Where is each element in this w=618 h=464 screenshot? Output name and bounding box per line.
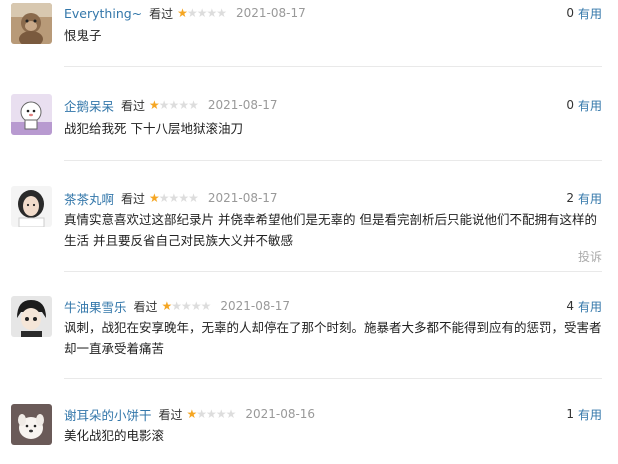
useful-button[interactable]: 有用	[578, 97, 602, 114]
review-meta: 茶茶丸啊 看过 ★★★★★ 2021-08-17	[64, 189, 278, 208]
review-text: 恨鬼子	[64, 28, 102, 43]
star-rating: ★★★★★	[177, 6, 227, 20]
divider	[64, 378, 602, 379]
review-text: 真情实意喜欢过这部纪录片 并侥幸希望他们是无辜的 但是看完剖析后只能说他们不配拥…	[64, 212, 597, 248]
avatar[interactable]	[11, 186, 52, 227]
useful-button[interactable]: 有用	[578, 190, 602, 207]
avatar[interactable]	[11, 296, 52, 337]
avatar[interactable]	[11, 94, 52, 135]
divider	[64, 271, 602, 272]
review-meta: 企鹅呆呆 看过 ★★★★★ 2021-08-17	[64, 96, 278, 115]
anime-avatar-icon	[11, 296, 52, 337]
useful-vote: 4 有用	[566, 298, 602, 314]
useful-button[interactable]: 有用	[578, 5, 602, 22]
divider	[64, 160, 602, 161]
girl-avatar-icon	[11, 186, 52, 227]
star-rating: ★★★★★	[149, 191, 199, 205]
review-text: 美化战犯的电影滚	[64, 428, 165, 443]
review-date: 2021-08-17	[207, 191, 278, 205]
star-rating: ★★★★★	[149, 98, 199, 112]
divider	[64, 66, 602, 67]
watch-status: 看过	[158, 407, 183, 422]
review-meta: 牛油果雪乐 看过 ★★★★★ 2021-08-17	[64, 297, 291, 316]
avatar[interactable]	[11, 3, 52, 44]
star-rating: ★★★★★	[186, 407, 237, 421]
username-link[interactable]: 茶茶丸啊	[64, 189, 114, 208]
username-link[interactable]: 谢耳朵的小饼干	[64, 405, 152, 424]
review-text: 讽刺，战犯在安享晚年，无辜的人却停在了那个时刻。施暴者大多都不能得到应有的惩罚，…	[64, 320, 602, 356]
username-link[interactable]: 企鹅呆呆	[64, 96, 114, 115]
review-meta: 谢耳朵的小饼干 看过 ★★★★★ 2021-08-16	[64, 405, 316, 424]
watch-status: 看过	[149, 6, 174, 21]
monkey-avatar-icon	[11, 3, 52, 44]
useful-button[interactable]: 有用	[578, 298, 602, 315]
star-rating: ★★★★★	[161, 299, 212, 313]
watch-status: 看过	[121, 191, 146, 206]
useful-vote: 0 有用	[566, 5, 602, 21]
useful-vote: 1 有用	[566, 406, 602, 422]
useful-count: 1	[566, 407, 574, 421]
useful-button[interactable]: 有用	[578, 406, 602, 423]
review-text: 战犯给我死 下十八层地狱滚油刀	[64, 121, 243, 136]
watch-status: 看过	[121, 98, 146, 113]
watch-status: 看过	[133, 299, 158, 314]
report-button[interactable]: 投诉	[578, 248, 602, 265]
username-link[interactable]: 牛油果雪乐	[64, 297, 127, 316]
useful-count: 0	[566, 98, 574, 112]
useful-vote: 0 有用	[566, 97, 602, 113]
useful-count: 4	[566, 299, 574, 313]
username-link[interactable]: Everything~	[64, 6, 142, 21]
useful-count: 0	[566, 6, 574, 20]
review-date: 2021-08-16	[245, 407, 316, 421]
avatar[interactable]	[11, 404, 52, 445]
cartoon-avatar-icon	[11, 94, 52, 135]
dog-avatar-icon	[11, 404, 52, 445]
review-meta: Everything~ 看过 ★★★★★ 2021-08-17	[64, 5, 306, 21]
useful-count: 2	[566, 191, 574, 205]
review-date: 2021-08-17	[220, 299, 291, 313]
review-date: 2021-08-17	[235, 6, 306, 20]
useful-vote: 2 有用	[566, 190, 602, 206]
review-date: 2021-08-17	[207, 98, 278, 112]
